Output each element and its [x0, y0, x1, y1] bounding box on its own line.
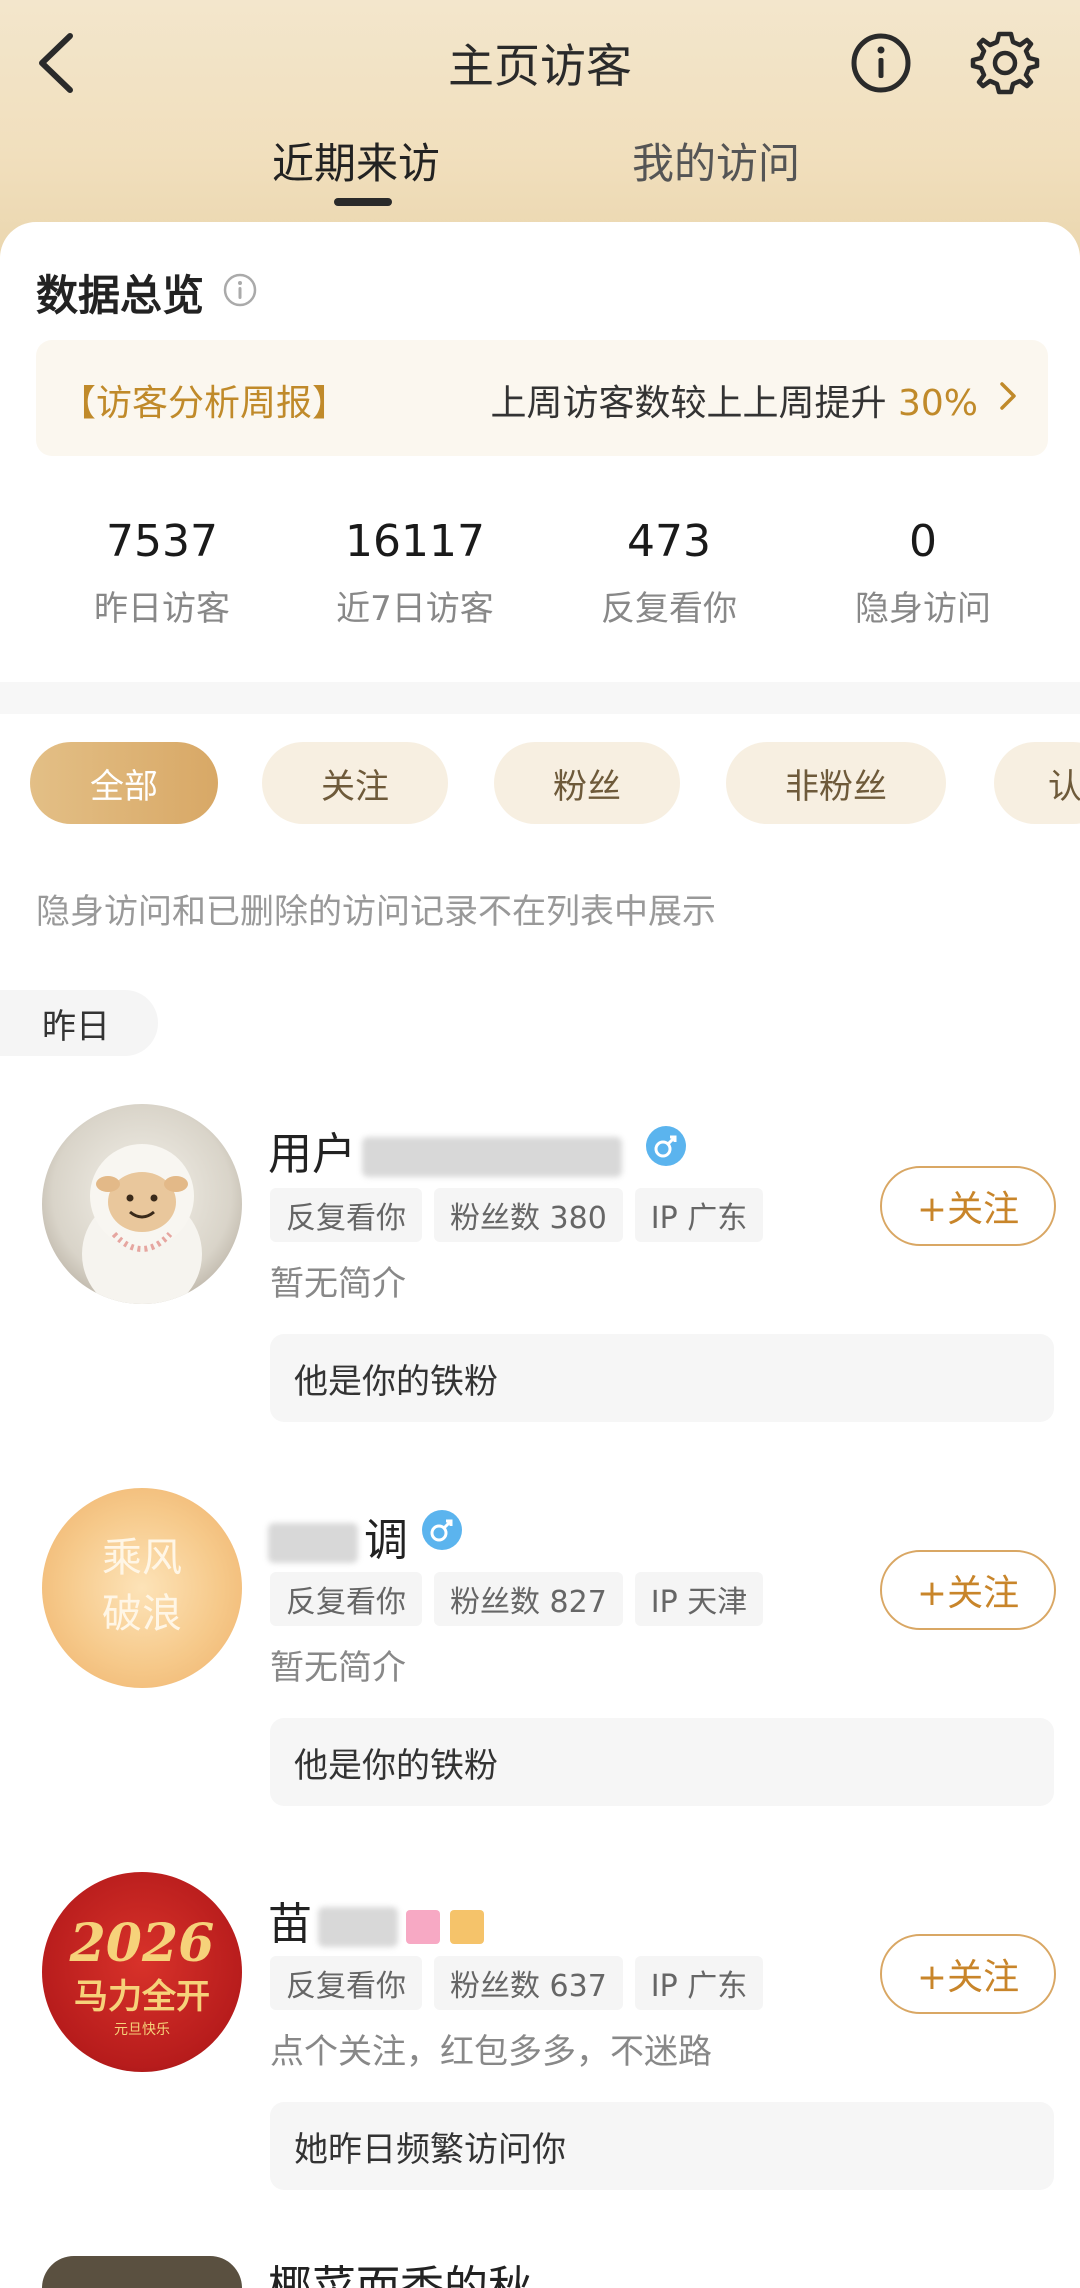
visitor-reason: 他是你的铁粉: [270, 1334, 1054, 1422]
visitor-reason: 她昨日频繁访问你: [270, 2102, 1054, 2190]
tag-repeat: 反复看你: [270, 1188, 422, 1242]
header: 主页访客 近期来访 我的访问: [0, 0, 1080, 260]
weekly-report-banner[interactable]: 【访客分析周报】 上周访客数较上上周提升 30%: [36, 340, 1048, 456]
tag-ip: IP 天津: [634, 1572, 764, 1626]
filter-chip-following[interactable]: 关注: [262, 742, 448, 824]
male-gender-icon: [646, 1126, 686, 1166]
visitor-name[interactable]: 用户: [268, 1118, 622, 1182]
tag-fans-count: 粉丝数 637: [434, 1956, 623, 2010]
male-gender-icon: [422, 1510, 462, 1550]
stat-yesterday[interactable]: 7537 昨日访客: [52, 516, 272, 630]
tab-my-visits[interactable]: 我的访问: [632, 130, 800, 191]
avatar-year: 2026: [69, 1913, 215, 1974]
tag-repeat: 反复看你: [270, 1956, 422, 2010]
filter-chip-verified[interactable]: 认: [994, 742, 1080, 824]
avatar-text-line-2: 破浪: [102, 1591, 182, 1637]
tag-repeat: 反复看你: [270, 1572, 422, 1626]
avatar-greeting: 元旦快乐: [114, 2022, 170, 2038]
follow-button[interactable]: +关注: [880, 1934, 1056, 2014]
tag-fans-count: 粉丝数 380: [434, 1188, 623, 1242]
stat-hidden-visits[interactable]: 0 隐身访问: [813, 516, 1033, 630]
active-tab-indicator: [334, 198, 392, 206]
stat-7days[interactable]: 16117 近7日访客: [305, 516, 525, 630]
visitor-name[interactable]: 苗: [268, 1888, 484, 1952]
list-note: 隐身访问和已删除的访问记录不在列表中展示: [36, 892, 716, 932]
filter-chip-non-fans[interactable]: 非粉丝: [726, 742, 946, 824]
report-text: 上周访客数较上上周提升: [490, 383, 887, 424]
stat-label: 昨日访客: [94, 589, 230, 629]
report-text-wrap: 上周访客数较上上周提升 30%: [491, 374, 978, 426]
avatar-text: 乘风 破浪: [42, 1530, 242, 1642]
blurred-name: [318, 1907, 398, 1947]
visitor-bio: 点个关注，红包多多，不迷路: [270, 2032, 712, 2072]
visitor-reason: 他是你的铁粉: [270, 1718, 1054, 1806]
visitor-avatar[interactable]: [42, 2256, 242, 2288]
stat-value: 16117: [345, 516, 485, 567]
tag-ip: IP 广东: [634, 1956, 764, 2010]
visitor-name-text: 苗: [268, 1899, 312, 1950]
visitor-bio: 暂无简介: [270, 1648, 406, 1688]
info-icon[interactable]: [222, 272, 258, 308]
visitor-name[interactable]: 椰菜而香的秋: [268, 2262, 532, 2288]
sheep-avatar-image: [82, 1144, 202, 1304]
section-divider: [0, 682, 1080, 714]
blurred-name: [268, 1523, 358, 1563]
blurred-name: [362, 1137, 622, 1177]
visitor-tags: 反复看你 粉丝数 637 IP 广东: [270, 1956, 764, 2010]
stat-value: 0: [909, 516, 937, 567]
visitor-name-text: 用户: [268, 1129, 356, 1180]
tag-ip: IP 广东: [634, 1188, 764, 1242]
stat-value: 473: [627, 516, 711, 567]
follow-button[interactable]: +关注: [880, 1550, 1056, 1630]
visitor-bio: 暂无简介: [270, 1264, 406, 1304]
day-label: 昨日: [0, 990, 158, 1056]
visitor-avatar[interactable]: 2026 马力全开 元旦快乐: [42, 1872, 242, 2072]
visitor-name[interactable]: 调: [268, 1504, 408, 1568]
gift-badge-icon: [450, 1910, 484, 1944]
tab-recent-visits[interactable]: 近期来访: [272, 130, 440, 191]
avatar-slogan: 马力全开: [74, 1977, 210, 2017]
overview-title: 数据总览: [36, 271, 205, 320]
stat-repeat-views[interactable]: 473 反复看你: [559, 516, 779, 630]
stat-value: 7537: [106, 516, 218, 567]
visitor-tags: 反复看你 粉丝数 380 IP 广东: [270, 1188, 764, 1242]
stat-label: 反复看你: [601, 589, 737, 629]
visitor-avatar[interactable]: [42, 1104, 242, 1304]
report-percent: 30%: [897, 383, 978, 424]
follow-button[interactable]: +关注: [880, 1166, 1056, 1246]
avatar-text-line-1: 乘风: [102, 1535, 182, 1581]
filter-chip-fans[interactable]: 粉丝: [494, 742, 680, 824]
stat-label: 近7日访客: [336, 589, 494, 629]
chevron-right-icon: [1000, 382, 1016, 410]
tag-fans-count: 粉丝数 827: [434, 1572, 623, 1626]
filter-chip-all[interactable]: 全部: [30, 742, 218, 824]
visitor-avatar[interactable]: 乘风 破浪: [42, 1488, 242, 1688]
visitor-name-text: 调: [364, 1515, 408, 1566]
stat-label: 隐身访问: [855, 589, 991, 629]
gear-icon[interactable]: [970, 28, 1040, 98]
pink-badge-icon: [406, 1910, 440, 1944]
visitor-tags: 反复看你 粉丝数 827 IP 天津: [270, 1572, 764, 1626]
report-label: 【访客分析周报】: [60, 383, 349, 424]
page-title: 主页访客: [448, 39, 632, 93]
info-icon[interactable]: [848, 30, 914, 96]
avatar-text: 2026 马力全开 元旦快乐: [42, 1914, 242, 2040]
